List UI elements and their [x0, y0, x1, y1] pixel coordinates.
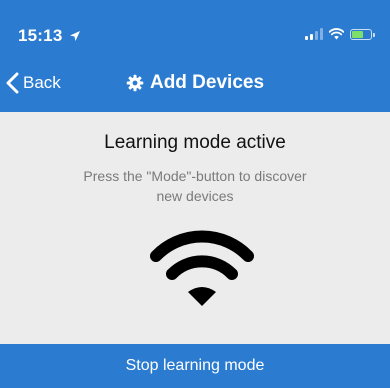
learning-mode-title: Learning mode active	[104, 132, 286, 153]
status-indicators	[305, 28, 375, 40]
app-header: 15:13 Back Add Devices	[0, 0, 390, 112]
learning-mode-panel: Learning mode active Press the "Mode"-bu…	[0, 112, 390, 344]
learning-mode-instructions: Press the "Mode"-button to discover new …	[83, 168, 307, 204]
status-time: 15:13	[18, 26, 81, 46]
location-arrow-icon	[70, 31, 81, 41]
screen: 15:13 Back Add Devices Learning mode act…	[0, 0, 390, 388]
stop-learning-mode-button[interactable]: Stop learning mode	[0, 344, 390, 388]
wifi-status-icon	[329, 28, 344, 40]
wifi-icon	[150, 230, 254, 306]
stop-learning-mode-label: Stop learning mode	[125, 357, 265, 374]
page-title: Add Devices	[0, 72, 390, 94]
page-title-text: Add Devices	[149, 72, 265, 93]
battery-level	[352, 31, 363, 38]
battery-icon	[350, 29, 375, 40]
gear-icon	[126, 74, 144, 92]
cellular-signal-icon	[305, 28, 323, 40]
status-bar: 15:13	[0, 0, 390, 60]
status-time-text: 15:13	[18, 26, 63, 45]
nav-bar: Back Add Devices	[0, 64, 390, 108]
